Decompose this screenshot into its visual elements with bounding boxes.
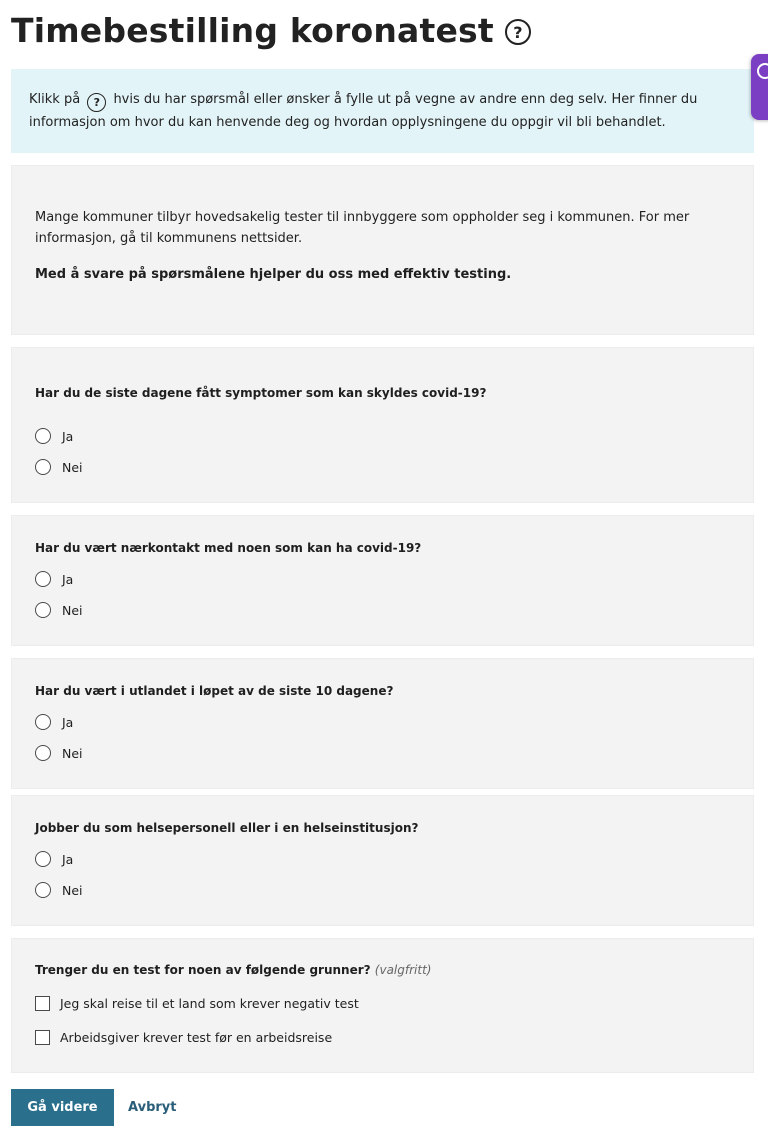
help-ring-icon <box>757 63 768 79</box>
question-label: Har du vært nærkontakt med noen som kan … <box>35 541 422 555</box>
radio-option-nei[interactable]: Nei <box>35 600 83 620</box>
info-prefix: Klikk på <box>29 92 81 107</box>
checkbox[interactable] <box>35 1029 50 1045</box>
option-label: Nei <box>62 459 83 475</box>
question-card-close-contact: Har du vært nærkontakt med noen som kan … <box>11 515 754 646</box>
info-text: hvis du har spørsmål eller ønsker å fyll… <box>29 92 698 130</box>
intro-bold-text: Med å svare på spørsmålene hjelper du os… <box>35 267 512 282</box>
radio-option-ja[interactable]: Ja <box>35 426 73 446</box>
option-label: Arbeidsgiver krever test før en arbeidsr… <box>60 1029 333 1045</box>
inline-help-icon[interactable]: ? <box>87 93 107 112</box>
radio-option-ja[interactable]: Ja <box>35 849 73 869</box>
radio-option-nei[interactable]: Nei <box>35 457 83 477</box>
option-label: Ja <box>62 851 74 867</box>
option-label: Ja <box>62 571 74 587</box>
help-icon[interactable]: ? <box>504 19 531 45</box>
radio-option-nei[interactable]: Nei <box>35 880 83 900</box>
option-label: Nei <box>62 882 83 898</box>
side-help-tab[interactable] <box>751 54 768 120</box>
question-card-health-worker: Jobber du som helsepersonell eller i en … <box>11 795 754 926</box>
page-header: Timebestilling koronatest ? <box>11 8 531 52</box>
radio-button[interactable] <box>35 714 51 730</box>
question-label: Har du vært i utlandet i løpet av de sis… <box>35 684 394 698</box>
option-label: Ja <box>62 714 74 730</box>
question-label: Trenger du en test for noen av følgende … <box>35 963 431 977</box>
question-label: Har du de siste dagene fått symptomer so… <box>35 386 487 400</box>
reasons-label: Trenger du en test for noen av følgende … <box>35 963 371 977</box>
radio-button[interactable] <box>35 851 51 867</box>
intro-text: Mange kommuner tilbyr hovedsakelig teste… <box>35 210 690 246</box>
question-label: Jobber du som helsepersonell eller i en … <box>35 821 419 835</box>
radio-button[interactable] <box>35 571 51 587</box>
cancel-link[interactable]: Avbryt <box>128 1089 176 1126</box>
checkbox-option-travel[interactable]: Jeg skal reise til et land som krever ne… <box>35 993 359 1013</box>
intro-panel: Mange kommuner tilbyr hovedsakelig teste… <box>11 165 754 335</box>
radio-button[interactable] <box>35 459 51 475</box>
radio-button[interactable] <box>35 745 51 761</box>
option-label: Ja <box>62 428 74 444</box>
question-card-symptoms: Har du de siste dagene fått symptomer so… <box>11 347 754 503</box>
checkbox-option-employer[interactable]: Arbeidsgiver krever test før en arbeidsr… <box>35 1027 332 1047</box>
option-label: Jeg skal reise til et land som krever ne… <box>60 995 359 1011</box>
radio-button[interactable] <box>35 428 51 444</box>
page-title: Timebestilling koronatest <box>11 10 494 50</box>
next-button[interactable]: Gå videre <box>11 1089 114 1126</box>
question-card-abroad: Har du vært i utlandet i løpet av de sis… <box>11 658 754 789</box>
radio-button[interactable] <box>35 602 51 618</box>
optional-hint: (valgfritt) <box>374 963 432 977</box>
radio-option-nei[interactable]: Nei <box>35 743 83 763</box>
radio-button[interactable] <box>35 882 51 898</box>
radio-option-ja[interactable]: Ja <box>35 569 73 589</box>
radio-option-ja[interactable]: Ja <box>35 712 73 732</box>
option-label: Nei <box>62 602 83 618</box>
info-box: Klikk på ? hvis du har spørsmål eller øn… <box>11 69 754 153</box>
checkbox[interactable] <box>35 995 50 1011</box>
option-label: Nei <box>62 745 83 761</box>
reasons-card: Trenger du en test for noen av følgende … <box>11 938 754 1073</box>
